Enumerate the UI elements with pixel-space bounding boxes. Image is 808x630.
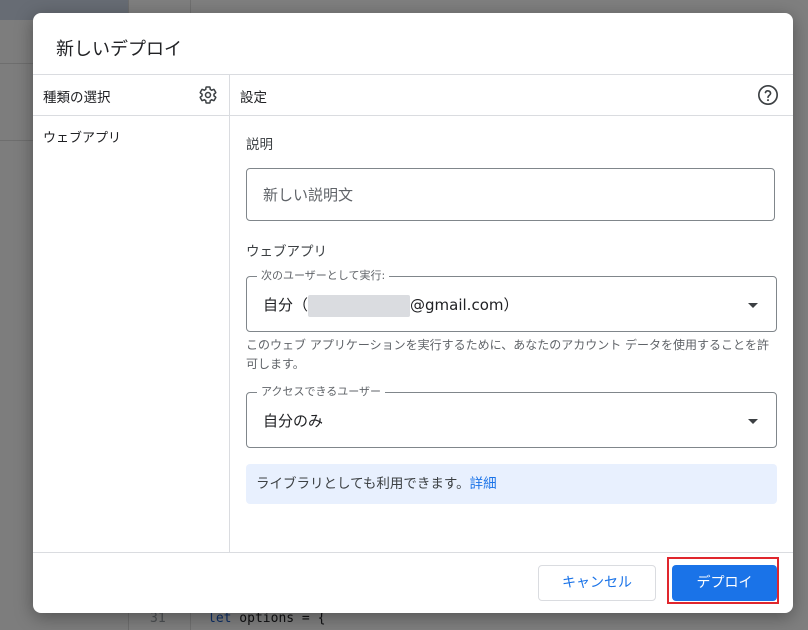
new-deployment-dialog: 新しいデプロイ 種類の選択 ウェブアプリ 設定 説明 ウェブアプリ 次のユーザー… xyxy=(33,13,793,613)
execute-as-suffix: @gmail.com） xyxy=(410,296,519,314)
access-select[interactable]: アクセスできるユーザー 自分のみ xyxy=(246,385,777,448)
subheader-divider xyxy=(33,115,793,116)
redacted-email xyxy=(308,294,411,317)
settings-header: 設定 xyxy=(240,90,267,106)
info-text: ライブラリとしても利用できます。 xyxy=(256,476,470,492)
execute-as-prefix: 自分（ xyxy=(263,296,309,314)
execute-as-select[interactable]: 次のユーザーとして実行: 自分（ @gmail.com） xyxy=(246,269,777,332)
dialog-title: 新しいデプロイ xyxy=(56,39,182,60)
learn-more-link[interactable]: 詳細 xyxy=(470,476,497,492)
dropdown-arrow-icon xyxy=(748,303,758,308)
description-input[interactable] xyxy=(246,168,775,221)
deploy-button[interactable]: デプロイ xyxy=(672,565,777,601)
execute-as-value: 自分（ @gmail.com） xyxy=(263,294,518,317)
library-info-box: ライブラリとしても利用できます。詳細 xyxy=(246,464,777,504)
gear-icon[interactable] xyxy=(198,85,218,105)
access-value: 自分のみ xyxy=(263,412,324,430)
footer-divider xyxy=(33,552,793,553)
dropdown-arrow-icon xyxy=(748,419,758,424)
description-label: 説明 xyxy=(246,137,273,153)
panel-divider xyxy=(229,74,230,552)
type-select-header: 種類の選択 xyxy=(43,90,111,106)
execute-as-legend: 次のユーザーとして実行: xyxy=(257,269,390,283)
header-divider xyxy=(33,74,793,75)
type-item-webapp[interactable]: ウェブアプリ xyxy=(43,127,121,146)
help-icon[interactable] xyxy=(757,84,779,106)
cancel-button[interactable]: キャンセル xyxy=(538,565,656,601)
access-legend: アクセスできるユーザー xyxy=(257,385,386,399)
webapp-section-label: ウェブアプリ xyxy=(246,244,327,260)
execute-as-helper: このウェブ アプリケーションを実行するために、あなたのアカウント データを使用す… xyxy=(246,338,770,371)
